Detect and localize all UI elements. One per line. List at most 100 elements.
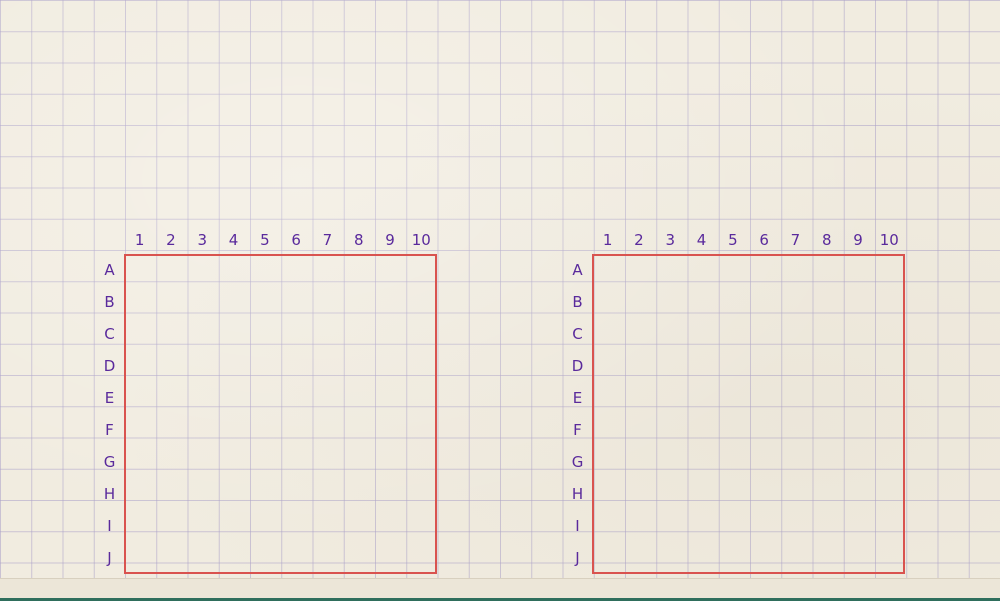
enemy-cell-f2[interactable]	[625, 414, 656, 446]
enemy-cell-c4[interactable]	[687, 319, 718, 351]
player-cell-h10[interactable]	[404, 477, 435, 509]
enemy-cell-e9[interactable]	[841, 382, 872, 414]
enemy-cell-j10[interactable]	[872, 540, 903, 572]
player-cell-b1[interactable]	[126, 288, 157, 320]
player-cell-d4[interactable]	[219, 351, 250, 383]
player-cell-a6[interactable]	[280, 256, 311, 288]
player-cell-b4[interactable]	[219, 288, 250, 320]
enemy-cell-g1[interactable]	[594, 446, 625, 478]
enemy-cell-i7[interactable]	[779, 509, 810, 541]
player-cell-d7[interactable]	[311, 351, 342, 383]
player-cell-f7[interactable]	[311, 414, 342, 446]
enemy-cell-f4[interactable]	[687, 414, 718, 446]
player-cell-b3[interactable]	[188, 288, 219, 320]
enemy-cell-i5[interactable]	[718, 509, 749, 541]
enemy-cell-j2[interactable]	[625, 540, 656, 572]
enemy-cell-d4[interactable]	[687, 351, 718, 383]
player-cell-g5[interactable]	[250, 446, 281, 478]
player-cell-a10[interactable]	[404, 256, 435, 288]
enemy-cell-f8[interactable]	[810, 414, 841, 446]
player-cell-j8[interactable]	[342, 540, 373, 572]
player-cell-e7[interactable]	[311, 382, 342, 414]
enemy-cell-c1[interactable]	[594, 319, 625, 351]
player-cell-e6[interactable]	[280, 382, 311, 414]
player-cell-e2[interactable]	[157, 382, 188, 414]
player-cell-j10[interactable]	[404, 540, 435, 572]
enemy-cell-j5[interactable]	[718, 540, 749, 572]
enemy-cell-i8[interactable]	[810, 509, 841, 541]
player-cell-j7[interactable]	[311, 540, 342, 572]
player-cell-e8[interactable]	[342, 382, 373, 414]
enemy-cell-h4[interactable]	[687, 477, 718, 509]
player-cell-b2[interactable]	[157, 288, 188, 320]
enemy-cell-d2[interactable]	[625, 351, 656, 383]
player-cell-g3[interactable]	[188, 446, 219, 478]
enemy-cell-g7[interactable]	[779, 446, 810, 478]
enemy-cell-b9[interactable]	[841, 288, 872, 320]
enemy-cell-c5[interactable]	[718, 319, 749, 351]
player-cell-f10[interactable]	[404, 414, 435, 446]
enemy-cell-f6[interactable]	[748, 414, 779, 446]
player-cell-b9[interactable]	[373, 288, 404, 320]
enemy-cell-i3[interactable]	[656, 509, 687, 541]
enemy-cell-e5[interactable]	[718, 382, 749, 414]
enemy-cell-c8[interactable]	[810, 319, 841, 351]
enemy-cell-i4[interactable]	[687, 509, 718, 541]
enemy-cell-a9[interactable]	[841, 256, 872, 288]
enemy-cell-f1[interactable]	[594, 414, 625, 446]
player-cell-e10[interactable]	[404, 382, 435, 414]
enemy-cell-g2[interactable]	[625, 446, 656, 478]
enemy-cell-b2[interactable]	[625, 288, 656, 320]
player-cell-g10[interactable]	[404, 446, 435, 478]
player-cell-f2[interactable]	[157, 414, 188, 446]
player-cell-i2[interactable]	[157, 509, 188, 541]
enemy-cell-g10[interactable]	[872, 446, 903, 478]
enemy-cell-b3[interactable]	[656, 288, 687, 320]
player-cell-i7[interactable]	[311, 509, 342, 541]
enemy-cell-d3[interactable]	[656, 351, 687, 383]
player-cell-c9[interactable]	[373, 319, 404, 351]
enemy-cell-c9[interactable]	[841, 319, 872, 351]
player-cell-i4[interactable]	[219, 509, 250, 541]
enemy-cell-c2[interactable]	[625, 319, 656, 351]
player-cell-c6[interactable]	[280, 319, 311, 351]
player-cell-c5[interactable]	[250, 319, 281, 351]
player-cell-i5[interactable]	[250, 509, 281, 541]
enemy-cell-b1[interactable]	[594, 288, 625, 320]
enemy-cell-a6[interactable]	[748, 256, 779, 288]
enemy-cell-i1[interactable]	[594, 509, 625, 541]
player-cell-g7[interactable]	[311, 446, 342, 478]
enemy-cell-h10[interactable]	[872, 477, 903, 509]
enemy-cell-d5[interactable]	[718, 351, 749, 383]
enemy-cell-b8[interactable]	[810, 288, 841, 320]
player-cell-j4[interactable]	[219, 540, 250, 572]
player-cell-a9[interactable]	[373, 256, 404, 288]
player-cell-d6[interactable]	[280, 351, 311, 383]
player-cell-a2[interactable]	[157, 256, 188, 288]
enemy-cell-e4[interactable]	[687, 382, 718, 414]
enemy-cell-f5[interactable]	[718, 414, 749, 446]
enemy-cell-a1[interactable]	[594, 256, 625, 288]
player-cell-h2[interactable]	[157, 477, 188, 509]
player-cell-i6[interactable]	[280, 509, 311, 541]
player-cell-j5[interactable]	[250, 540, 281, 572]
player-cell-i3[interactable]	[188, 509, 219, 541]
player-cell-h7[interactable]	[311, 477, 342, 509]
player-cell-e4[interactable]	[219, 382, 250, 414]
player-cell-c10[interactable]	[404, 319, 435, 351]
enemy-cell-b10[interactable]	[872, 288, 903, 320]
player-cell-g4[interactable]	[219, 446, 250, 478]
enemy-cell-a2[interactable]	[625, 256, 656, 288]
player-cell-d9[interactable]	[373, 351, 404, 383]
enemy-cell-e8[interactable]	[810, 382, 841, 414]
player-cell-a7[interactable]	[311, 256, 342, 288]
enemy-cell-f9[interactable]	[841, 414, 872, 446]
enemy-cell-h8[interactable]	[810, 477, 841, 509]
enemy-cell-h2[interactable]	[625, 477, 656, 509]
player-cell-g2[interactable]	[157, 446, 188, 478]
player-cell-a1[interactable]	[126, 256, 157, 288]
player-cell-h3[interactable]	[188, 477, 219, 509]
player-cell-e1[interactable]	[126, 382, 157, 414]
enemy-cell-d9[interactable]	[841, 351, 872, 383]
player-cell-i10[interactable]	[404, 509, 435, 541]
